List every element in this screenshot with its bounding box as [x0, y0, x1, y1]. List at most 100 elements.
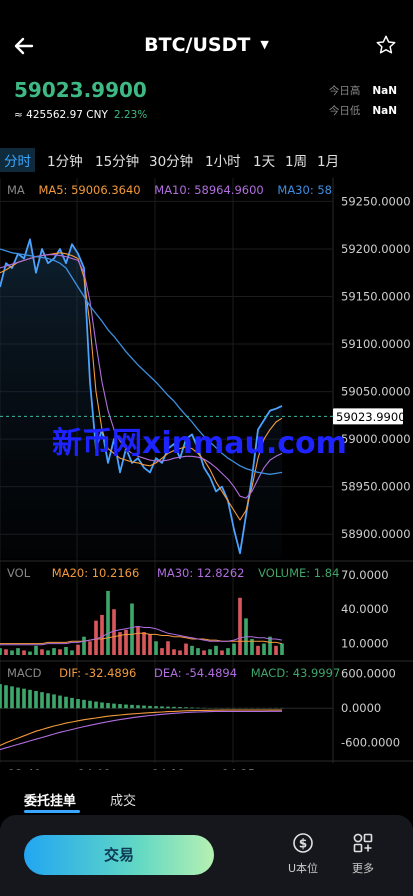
volume-bar [148, 634, 152, 655]
volume-bar [100, 614, 104, 655]
low-label: 今日低 [328, 105, 361, 117]
tab-1week[interactable]: 1周 [285, 150, 307, 170]
tab-15min[interactable]: 15分钟 [95, 150, 139, 170]
volume-bar [208, 649, 212, 655]
macd-bar [76, 699, 80, 709]
macd-bar [106, 703, 110, 709]
legend-ma: MA [7, 183, 25, 197]
tab-1month[interactable]: 1月 [317, 150, 339, 170]
legend-macd-value: MACD: 43.9997 [250, 666, 341, 680]
macd-tick-label: 600.0000 [341, 667, 396, 681]
macd-bar [16, 687, 20, 709]
macd-bar [64, 696, 68, 709]
volume-bar [262, 643, 266, 655]
macd-bar [70, 697, 74, 709]
macd-tick-label: 0.0000 [341, 701, 381, 715]
volume-bar [274, 645, 278, 655]
dollar-circle-icon: $ [293, 833, 313, 853]
time-tick-label: 14:01 [78, 767, 111, 770]
star-icon[interactable] [375, 34, 397, 56]
volume-bar [88, 641, 92, 655]
u-margin-label: U本位 [287, 862, 319, 875]
macd-bar [148, 705, 152, 709]
tab-1day[interactable]: 1天 [253, 150, 275, 170]
volume-tick-label: 70.0000 [341, 568, 389, 582]
low-value: NaN [372, 105, 397, 117]
volume-tick-label: 40.0000 [341, 602, 389, 616]
today-high: 今日高 NaN [329, 83, 397, 98]
volume-bar [64, 646, 68, 655]
u-margin-button[interactable]: $ U本位 [278, 831, 328, 876]
volume-bar [94, 620, 98, 655]
legend-ma5: MA5: 59006.3640 [38, 183, 141, 197]
change-percent: 2.23% [113, 109, 148, 121]
macd-legend: MACD DIF: -32.4896 DEA: -54.4894 MACD: 4… [7, 666, 340, 680]
price-tick-label: 59250.0000 [341, 194, 411, 208]
macd-bar [118, 704, 122, 709]
tab-orders[interactable]: 委托挂单 [24, 790, 76, 809]
macd-lines [0, 709, 282, 751]
macd-bar [10, 686, 14, 709]
macd-bar [160, 706, 164, 709]
volume-bar [124, 629, 128, 655]
volume-bar [130, 603, 134, 655]
volume-bar [22, 650, 26, 655]
volume-bar [160, 648, 164, 655]
volume-bar [76, 644, 80, 655]
tab-trades[interactable]: 成交 [110, 790, 136, 809]
volume-bar [46, 650, 50, 655]
macd-bar [100, 702, 104, 709]
tab-time-share[interactable]: 分时 [0, 148, 35, 172]
tab-1hour[interactable]: 1小时 [205, 150, 241, 170]
more-button[interactable]: 更多 [338, 831, 388, 876]
volume-bar [214, 645, 218, 655]
approx-sign: ≈ [14, 109, 23, 121]
watermark: 新币网xinmau.com [52, 426, 347, 461]
volume-bars [0, 590, 284, 655]
volume-bar [238, 597, 242, 655]
more-label: 更多 [352, 862, 374, 875]
macd-bar [82, 699, 86, 709]
trade-button[interactable]: 交易 [24, 835, 214, 875]
macd-bar [28, 689, 32, 709]
volume-bar [10, 650, 14, 655]
volume-bar [142, 632, 146, 655]
volume-bar [0, 648, 2, 655]
volume-bar [154, 641, 158, 655]
macd-bar [124, 704, 128, 709]
tab-1min[interactable]: 1分钟 [47, 150, 83, 170]
macd-bar [142, 705, 146, 709]
order-tabs: 委托挂单 成交 [0, 788, 413, 814]
grid-plus-icon [353, 833, 373, 853]
kline-chart[interactable]: 59250.0000 59200.0000 59150.0000 59100.0000… [0, 178, 413, 770]
volume-bar [220, 650, 224, 655]
macd-bar [34, 690, 38, 709]
tab-30min[interactable]: 30分钟 [149, 150, 193, 170]
macd-bar [178, 707, 182, 709]
high-value: NaN [372, 85, 397, 97]
volume-bar [28, 651, 32, 655]
top-bar: BTC/USDT ▼ [0, 26, 413, 66]
price-tick-label: 58900.0000 [341, 527, 411, 541]
price-tick-label: 58950.0000 [341, 480, 411, 494]
volume-bar [178, 650, 182, 655]
legend-dif: DIF: -32.4896 [59, 666, 137, 680]
pair-selector[interactable]: BTC/USDT ▼ [0, 34, 413, 56]
volume-bar [226, 648, 230, 655]
volume-bar [184, 643, 188, 655]
last-price: 59023.9900 [14, 78, 147, 102]
time-tick-label: 14:13 [152, 767, 185, 770]
macd-bar [40, 692, 44, 709]
footer-bar: 交易 $ U本位 更多 [0, 815, 413, 896]
macd-bar [130, 704, 134, 709]
macd-bar [112, 703, 116, 709]
volume-bar [256, 645, 260, 655]
volume-bar [40, 649, 44, 655]
time-tick-label: 14:25 [222, 767, 255, 770]
volume-bar [136, 626, 140, 655]
volume-bar [34, 645, 38, 655]
time-tick-label: 13:49 [8, 767, 41, 770]
tab-underline [24, 810, 80, 813]
price-tick-label: 59050.0000 [341, 385, 411, 399]
volume-bar [16, 648, 20, 655]
